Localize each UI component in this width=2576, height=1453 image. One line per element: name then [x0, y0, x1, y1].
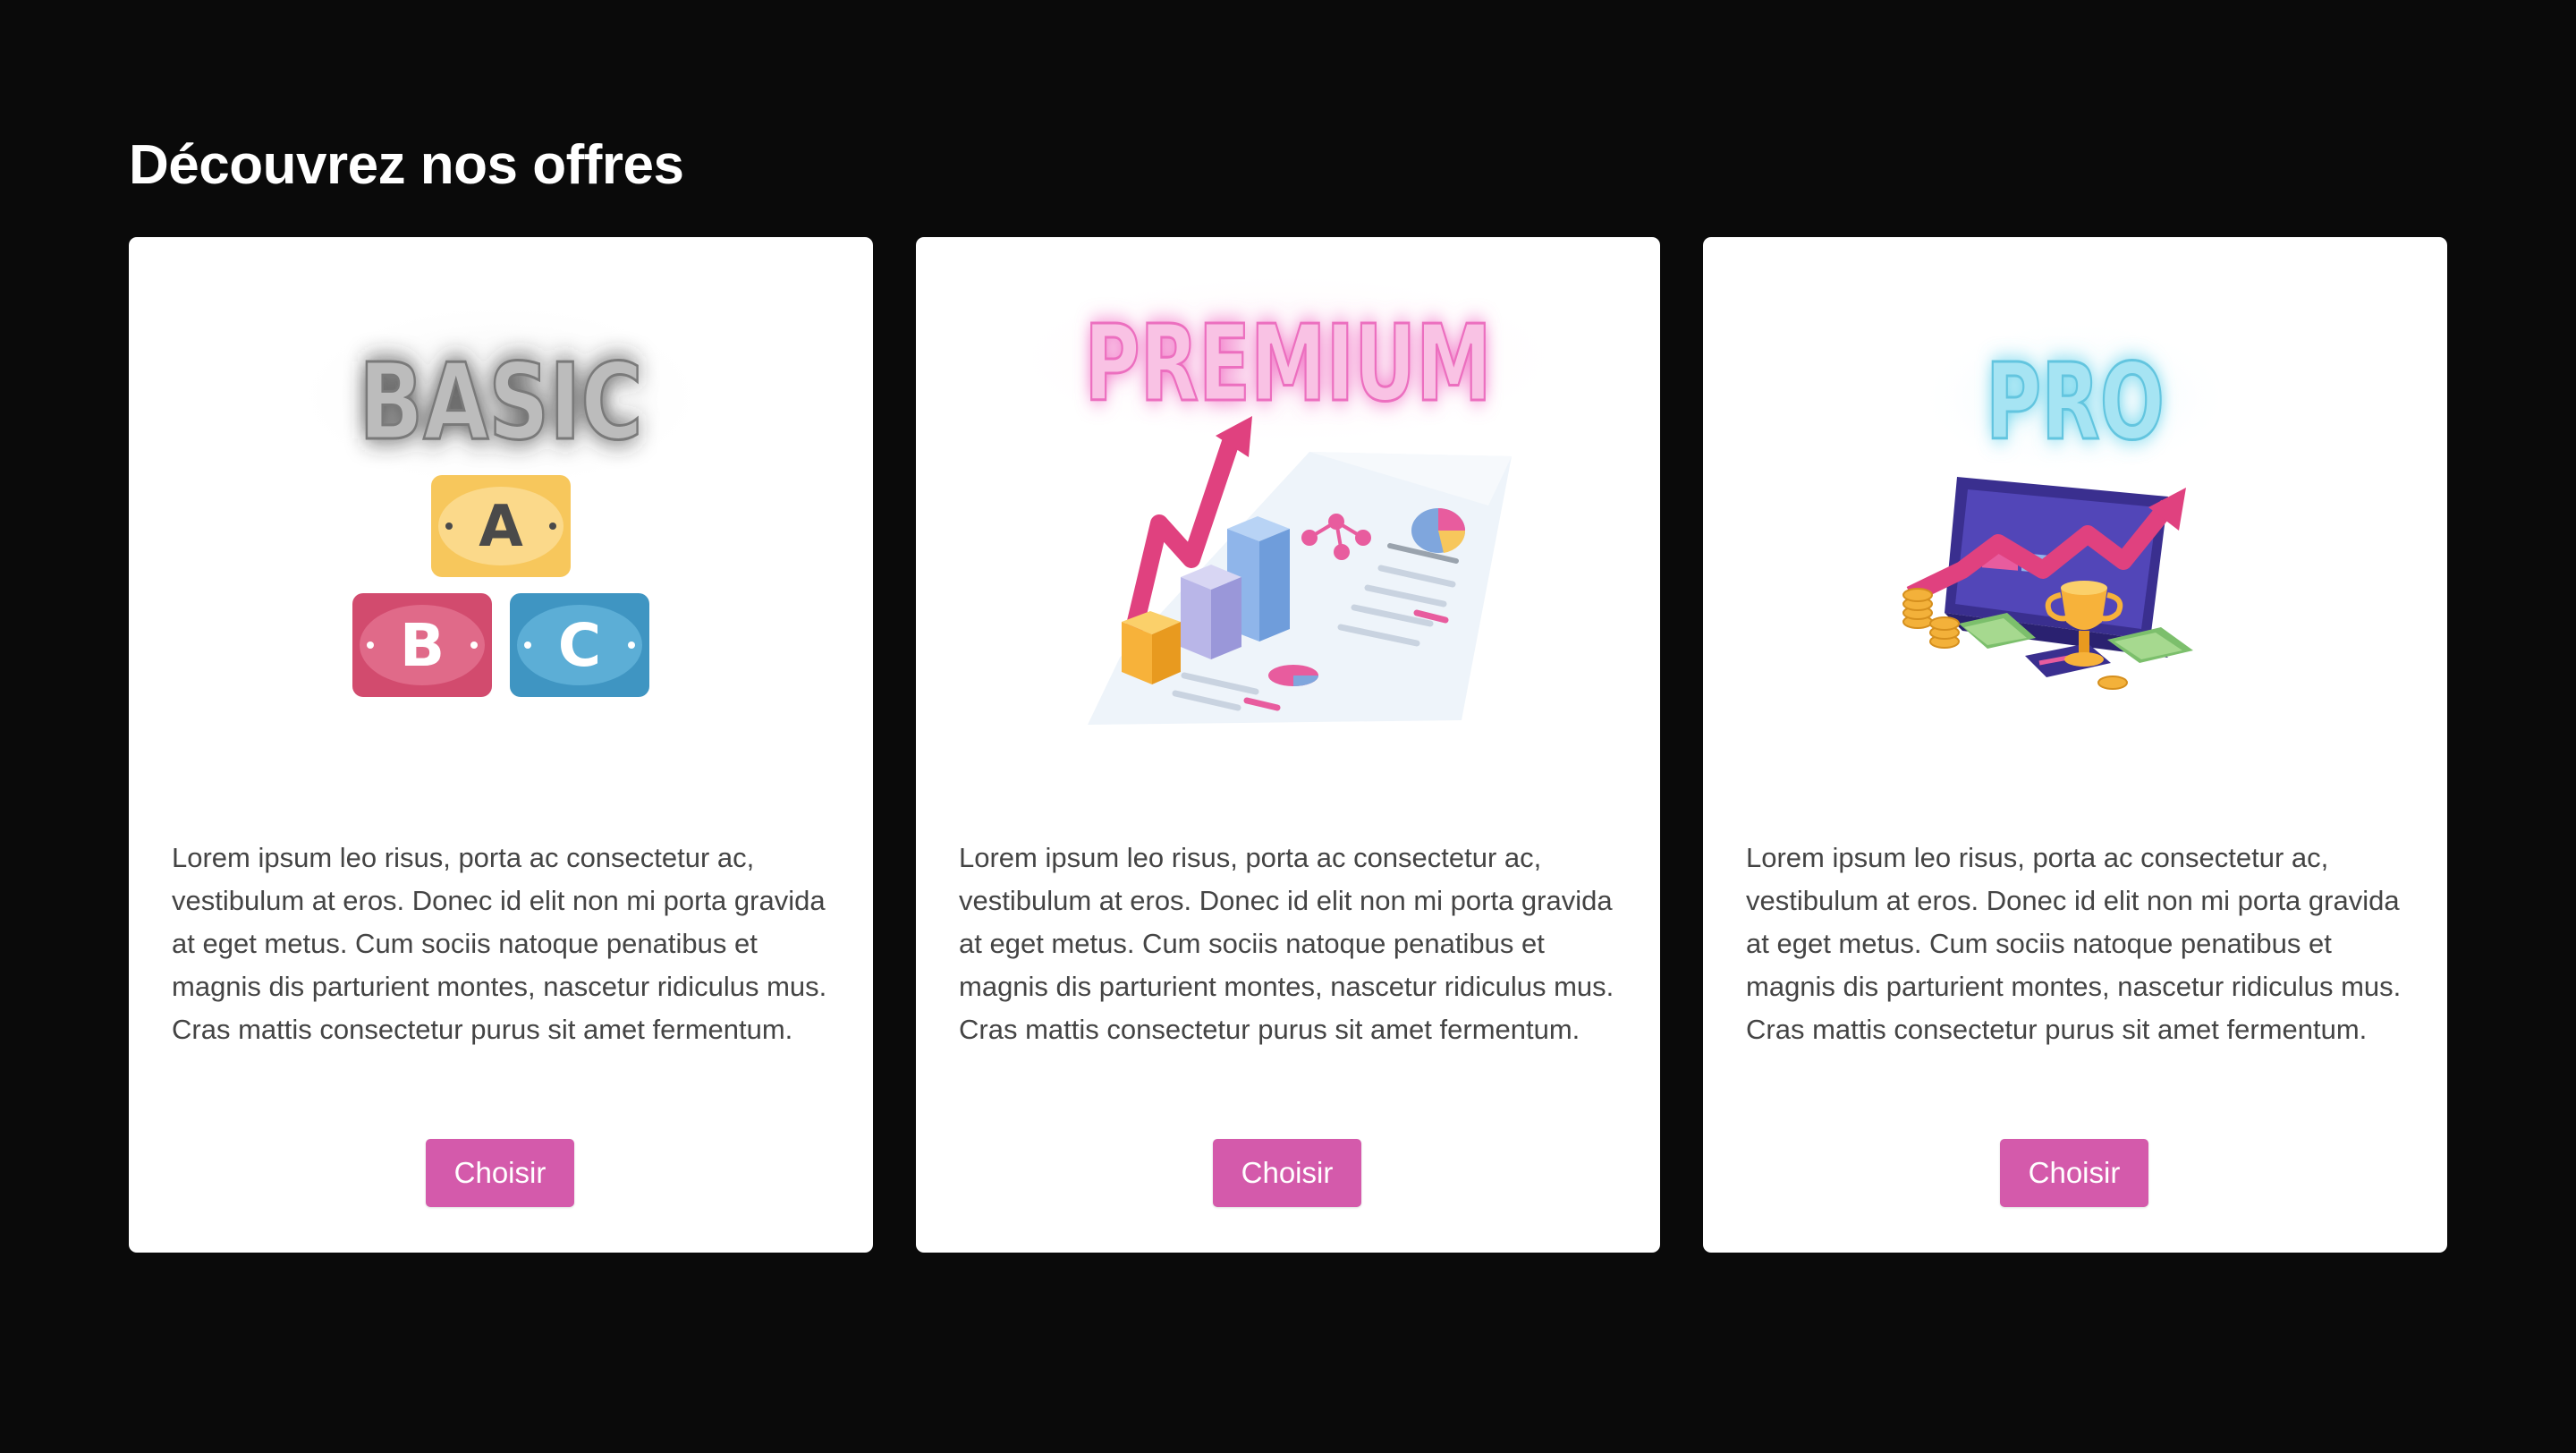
block-b-letter: B	[400, 611, 445, 680]
abc-blocks-icon: BASIC BASIC A B C	[286, 298, 716, 697]
choose-premium-button[interactable]: Choisir	[1213, 1139, 1361, 1207]
analytics-report-icon: PREMIUM PREMIUM	[1002, 269, 1574, 725]
pro-illustration: PRO PRO	[1703, 237, 2447, 810]
choose-pro-button[interactable]: Choisir	[2000, 1139, 2148, 1207]
offer-description: Lorem ipsum leo risus, porta ac consecte…	[959, 842, 1614, 1045]
block-c-letter: C	[558, 611, 601, 680]
offer-card-premium: PREMIUM PREMIUM Lorem ipsum leo risus, p…	[916, 237, 1660, 1253]
block-a-letter: A	[479, 494, 523, 560]
page-title: Découvrez nos offres	[129, 134, 684, 196]
basic-illustration: BASIC BASIC A B C	[129, 237, 873, 810]
plan-title: PRO	[1986, 342, 2165, 464]
offer-description: Lorem ipsum leo risus, porta ac consecte…	[1746, 842, 2402, 1045]
offer-card-pro: PRO PRO Lorem ipsum leo risus, porta ac …	[1703, 237, 2447, 1253]
choose-basic-button[interactable]: Choisir	[426, 1139, 574, 1207]
premium-illustration: PREMIUM PREMIUM	[916, 237, 1660, 810]
growth-monitor-trophy-icon: PRO PRO	[1902, 318, 2236, 690]
plan-title: PREMIUM	[1084, 303, 1491, 426]
offer-description: Lorem ipsum leo risus, porta ac consecte…	[172, 842, 827, 1045]
plan-title: BASIC	[359, 342, 642, 464]
offer-card-basic: BASIC BASIC A B C Lorem ipsum leo risus,…	[129, 237, 873, 1253]
